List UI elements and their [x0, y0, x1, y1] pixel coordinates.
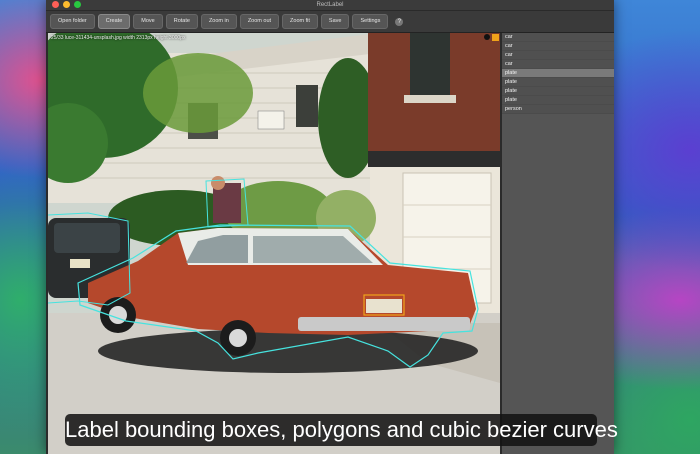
color-swatch-orange[interactable]: [492, 34, 499, 41]
label-item[interactable]: plate: [502, 96, 614, 105]
zoom-fit-button[interactable]: Zoom fit: [282, 14, 318, 29]
zoom-in-button[interactable]: Zoom in: [200, 14, 237, 29]
settings-button[interactable]: Settings: [352, 14, 389, 29]
open-folder-button[interactable]: Open folder: [50, 14, 95, 29]
help-icon[interactable]: ?: [395, 17, 404, 26]
label-item[interactable]: car: [502, 33, 614, 42]
app-window: RectLabel Open folder Create Move Rotate…: [46, 0, 614, 454]
label-item[interactable]: plate: [502, 78, 614, 87]
label-item[interactable]: car: [502, 51, 614, 60]
photo-illustration: [48, 33, 500, 454]
window-title: RectLabel: [316, 2, 344, 8]
zoom-out-button[interactable]: Zoom out: [239, 14, 280, 29]
label-item[interactable]: plate: [502, 87, 614, 96]
labels-panel: car car car car plate plate plate plate …: [502, 33, 614, 454]
color-swatch-black[interactable]: [484, 34, 490, 40]
rotate-button[interactable]: Rotate: [165, 14, 198, 29]
move-button[interactable]: Move: [133, 14, 163, 29]
save-button[interactable]: Save: [320, 14, 350, 29]
image-info-text: 25/33 luce-311434-unsplash.jpg width 231…: [51, 35, 186, 41]
toolbar: Open folder Create Move Rotate Zoom in Z…: [46, 11, 614, 33]
image-canvas[interactable]: 25/33 luce-311434-unsplash.jpg width 231…: [48, 33, 500, 454]
video-caption: Label bounding boxes, polygons and cubic…: [65, 414, 618, 446]
label-item[interactable]: car: [502, 60, 614, 69]
title-bar: RectLabel: [46, 0, 614, 11]
label-item-selected[interactable]: plate: [502, 69, 614, 78]
label-item[interactable]: car: [502, 42, 614, 51]
label-item[interactable]: person: [502, 105, 614, 114]
create-button[interactable]: Create: [97, 14, 131, 29]
